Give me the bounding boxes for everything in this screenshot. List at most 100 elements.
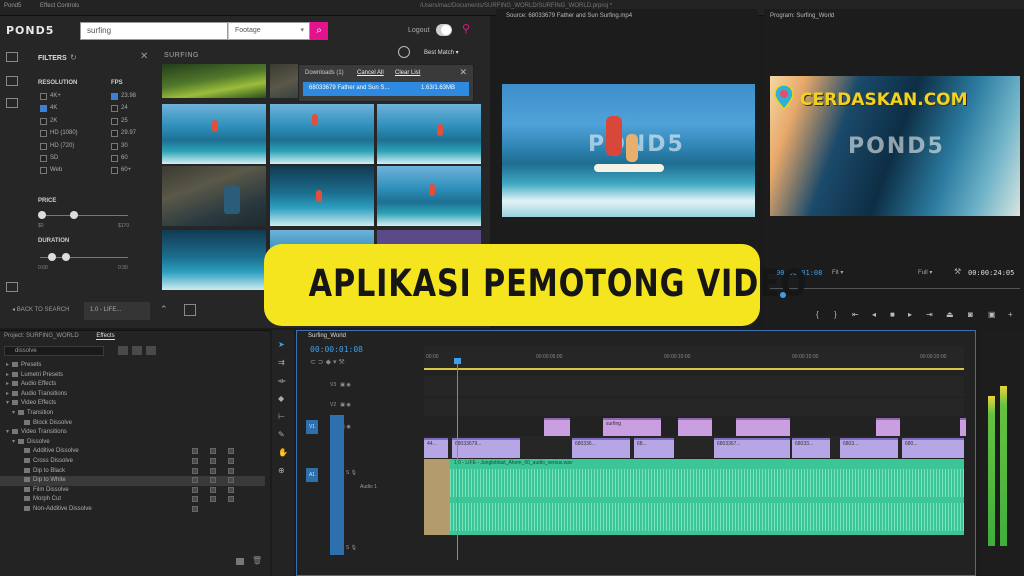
effects-item[interactable]: Block Dissolve bbox=[0, 419, 265, 428]
fps-option[interactable]: 60 bbox=[111, 154, 128, 163]
resolution-option[interactable]: 2K bbox=[40, 117, 57, 126]
compare-icon[interactable]: ▣ bbox=[988, 310, 996, 319]
cancel-all-link[interactable]: Cancel All bbox=[357, 70, 384, 76]
mark-out-icon[interactable]: } bbox=[834, 310, 837, 319]
video-clip[interactable] bbox=[736, 418, 790, 436]
audio-clip[interactable]: 1.0 - LIFE - Jungleblast_Ahem_60_audio_v… bbox=[424, 459, 964, 535]
fps-option[interactable]: 23.98 bbox=[111, 92, 136, 101]
folder-sidebar-icon[interactable] bbox=[6, 282, 18, 292]
close-icon[interactable]: ✕ bbox=[459, 67, 467, 78]
quality-select[interactable]: Full ▾ bbox=[918, 269, 932, 276]
work-area-bar[interactable] bbox=[424, 368, 964, 370]
video-clip[interactable] bbox=[544, 418, 570, 436]
effects-folder[interactable]: ▸ Audio Transitions bbox=[0, 390, 265, 399]
effects-item[interactable]: Dip to Black bbox=[0, 467, 265, 476]
checkbox[interactable] bbox=[111, 155, 118, 162]
effects-item[interactable]: Cross Dissolve bbox=[0, 457, 265, 466]
snap-icon[interactable]: ⊂ ⊃ ◆ ▾ ⚒ bbox=[310, 358, 345, 366]
result-thumbnail[interactable] bbox=[270, 166, 374, 226]
video-clip[interactable] bbox=[876, 418, 900, 436]
source-patch-v1[interactable]: V1 bbox=[306, 420, 318, 434]
new-bin-icon[interactable] bbox=[236, 558, 244, 565]
track-lane-v2[interactable] bbox=[424, 398, 964, 416]
video-clip[interactable] bbox=[678, 418, 712, 436]
result-thumbnail[interactable] bbox=[162, 64, 266, 98]
go-to-out-icon[interactable]: ⇥ bbox=[926, 310, 933, 319]
resolution-option[interactable]: 4K bbox=[40, 104, 57, 113]
resolution-option[interactable]: HD (1080) bbox=[40, 129, 78, 138]
hand-tool-icon[interactable]: ✋ bbox=[278, 448, 288, 457]
tab-pond5[interactable]: Pond5 bbox=[4, 3, 21, 9]
step-back-icon[interactable]: ◂ bbox=[872, 310, 876, 319]
list-sidebar-icon[interactable] bbox=[6, 76, 18, 86]
step-forward-icon[interactable]: ▸ bbox=[908, 310, 912, 319]
duration-min-handle[interactable] bbox=[48, 253, 56, 261]
effects-item[interactable]: Dip to White bbox=[0, 476, 265, 486]
search-button[interactable]: ⌕ bbox=[310, 22, 328, 40]
effects-folder[interactable]: ▾ Dissolve bbox=[0, 438, 265, 447]
timeline-ruler[interactable]: 00:00 00:00:05:00 00:00:10:00 00:00:15:0… bbox=[424, 346, 964, 368]
accelerated-effects-icon[interactable] bbox=[118, 346, 128, 355]
sort-select[interactable]: Best Match ▾ bbox=[424, 49, 459, 56]
checkbox[interactable] bbox=[111, 142, 118, 150]
resolution-option[interactable]: SD bbox=[40, 154, 58, 163]
video-clip[interactable]: 68033... bbox=[792, 438, 830, 458]
video-clip[interactable] bbox=[960, 418, 966, 436]
checkbox[interactable] bbox=[111, 93, 118, 100]
duration-max-handle[interactable] bbox=[62, 253, 70, 261]
playhead-handle[interactable] bbox=[454, 358, 461, 364]
32bit-effects-icon[interactable] bbox=[132, 346, 142, 355]
video-clip[interactable]: 680336... bbox=[572, 438, 630, 458]
close-icon[interactable]: ✕ bbox=[140, 51, 148, 62]
video-clip[interactable]: 44... bbox=[424, 438, 448, 458]
search-input[interactable]: surfing bbox=[80, 22, 228, 40]
track-lane-v3[interactable] bbox=[424, 376, 964, 396]
effects-item[interactable]: Non-Additive Dissolve bbox=[0, 505, 265, 514]
result-thumbnail[interactable] bbox=[377, 166, 481, 226]
checkbox[interactable] bbox=[111, 130, 118, 138]
user-icon[interactable]: ⚲ bbox=[462, 22, 470, 35]
resolution-option[interactable]: HD (720) bbox=[40, 142, 74, 151]
price-min-handle[interactable] bbox=[38, 211, 46, 219]
delete-icon[interactable]: 🗑 bbox=[252, 556, 262, 565]
fps-option[interactable]: 30 bbox=[111, 142, 128, 151]
program-scrubber[interactable] bbox=[770, 288, 1020, 289]
back-to-search-link[interactable]: ◂ BACK TO SEARCH bbox=[12, 306, 69, 313]
yuv-effects-icon[interactable] bbox=[146, 346, 156, 355]
checkbox[interactable] bbox=[40, 93, 47, 100]
result-thumbnail[interactable] bbox=[162, 166, 266, 226]
fps-option[interactable]: 60+ bbox=[111, 166, 131, 175]
fps-option[interactable]: 25 bbox=[111, 117, 128, 126]
result-thumbnail[interactable] bbox=[377, 104, 481, 164]
zoom-tool-icon[interactable]: ⊕ bbox=[278, 466, 287, 475]
checkbox[interactable] bbox=[40, 142, 47, 150]
reset-icon[interactable]: ↻ bbox=[70, 53, 77, 62]
result-thumbnail[interactable] bbox=[162, 104, 266, 164]
logout-link[interactable]: Logout bbox=[408, 27, 429, 34]
pen-tool-icon[interactable]: ✎ bbox=[278, 430, 287, 439]
effects-folder[interactable]: ▸ Lumetri Presets bbox=[0, 371, 265, 380]
chevron-up-icon[interactable]: ⌃ bbox=[160, 304, 168, 315]
add-button-icon[interactable]: + bbox=[1008, 310, 1013, 319]
lift-icon[interactable]: ⏏ bbox=[946, 310, 954, 319]
price-max-handle[interactable] bbox=[70, 211, 78, 219]
wrench-icon[interactable]: ⚒ bbox=[954, 267, 961, 276]
razor-tool-icon[interactable]: ◆ bbox=[278, 394, 287, 403]
tab-project[interactable]: Project: SURFING_WORLD bbox=[4, 333, 79, 339]
checkbox[interactable] bbox=[111, 167, 118, 175]
checkbox[interactable] bbox=[40, 130, 47, 138]
tray-toggle-icon[interactable] bbox=[184, 304, 196, 316]
effects-folder[interactable]: ▾ Video Transitions bbox=[0, 428, 265, 437]
effects-item[interactable]: Film Dissolve bbox=[0, 486, 265, 495]
result-thumbnail[interactable] bbox=[270, 104, 374, 164]
effects-search-input[interactable]: dissolve bbox=[4, 346, 104, 356]
timeline-playhead[interactable] bbox=[457, 360, 458, 560]
effects-item[interactable]: Morph Cut bbox=[0, 495, 265, 504]
ripple-edit-tool-icon[interactable]: ⟚ bbox=[278, 376, 287, 385]
checkbox[interactable] bbox=[40, 167, 47, 175]
price-slider[interactable] bbox=[40, 215, 128, 216]
category-select[interactable]: Footage ▾ bbox=[228, 22, 310, 40]
fit-select[interactable]: Fit ▾ bbox=[832, 269, 843, 276]
video-clip[interactable]: 68... bbox=[634, 438, 674, 458]
logout-toggle[interactable] bbox=[436, 24, 452, 36]
